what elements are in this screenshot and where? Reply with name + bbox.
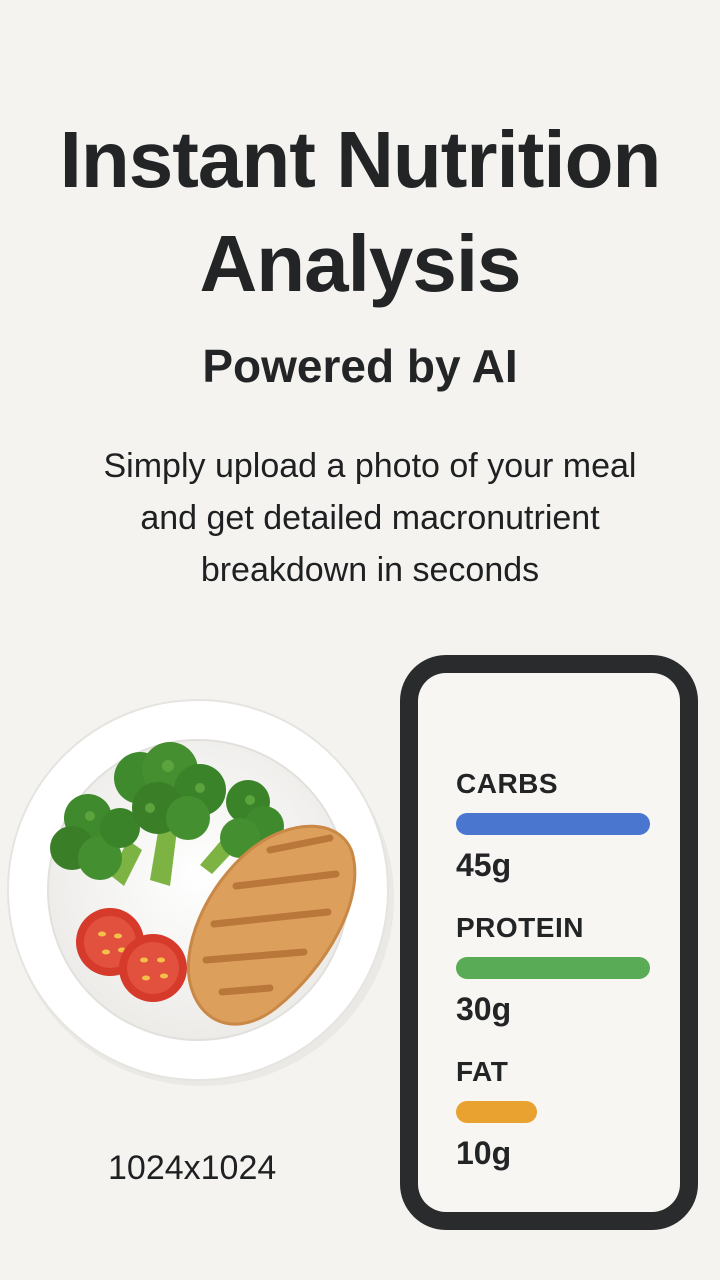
description-line-1: Simply upload a photo of your meal [103, 447, 637, 485]
macro-protein-label: PROTEIN [456, 912, 584, 943]
subtitle: Powered by AI [202, 340, 518, 392]
macro-fat-value: 10g [456, 1135, 512, 1171]
macro-protein-value: 30g [456, 991, 512, 1027]
macro-protein: PROTEIN 30g [456, 911, 656, 1029]
title-line-1: Instant Nutrition [59, 115, 662, 204]
phone-screen: CARBS 45g PROTEIN 30g FAT 10g [418, 673, 680, 1212]
phone-mockup: CARBS 45g PROTEIN 30g FAT 10g [400, 655, 698, 1230]
macro-protein-bar [456, 957, 650, 979]
title-line-2: Analysis [199, 219, 521, 308]
macro-fat-label: FAT [456, 1056, 509, 1087]
description-line-2: and get detailed macronutrient [140, 499, 600, 537]
image-size-label: 1024x1024 [108, 1149, 277, 1187]
description-line-3: breakdown in seconds [200, 551, 540, 589]
meal-plate-illustration [0, 690, 400, 1090]
macro-fat-bar [456, 1101, 538, 1123]
macro-fat: FAT 10g [456, 1055, 656, 1173]
macro-carbs-value: 45g [456, 847, 512, 883]
macro-carbs: CARBS 45g [456, 767, 656, 885]
page-title: Instant Nutrition Analysis [0, 108, 720, 316]
description: Simply upload a photo of your meal and g… [30, 440, 710, 596]
macro-carbs-bar [456, 813, 650, 835]
macro-carbs-label: CARBS [456, 768, 559, 799]
